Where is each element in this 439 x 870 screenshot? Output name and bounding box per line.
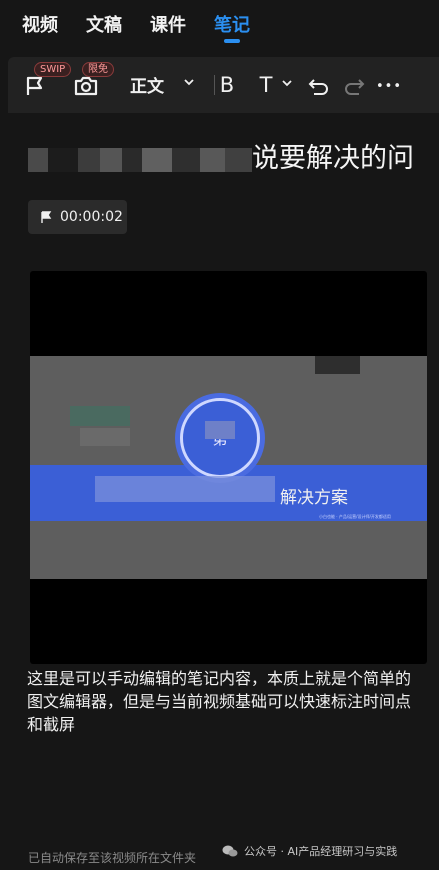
watermark: 公众号 · AI产品经理研习与实践 (222, 843, 397, 859)
free-badge: 限免 (82, 62, 114, 77)
mosaic-redaction (205, 421, 235, 439)
timestamp-flag-button[interactable] (22, 74, 48, 98)
mosaic-redaction (200, 147, 225, 172)
text-format-button[interactable]: T (256, 72, 276, 98)
mosaic-redaction (315, 356, 360, 374)
mosaic-redaction (78, 147, 100, 172)
mosaic-redaction (95, 476, 275, 502)
slide-band-text: 解决方案 (280, 488, 348, 508)
autosave-status: 已自动保存至该视频所在文件夹 (28, 851, 197, 865)
small-flag-icon (41, 210, 52, 223)
toolbar-divider (214, 75, 215, 95)
slide-band-small-text: 小白也能 · 产品/运营/设计师/开发都适用 (319, 514, 391, 519)
redo-button[interactable] (342, 74, 366, 98)
timestamp-text: 00:00:02 (60, 209, 123, 225)
timestamp-marker[interactable]: 00:00:02 (28, 200, 127, 234)
more-options-button[interactable]: ••• (374, 74, 404, 98)
mosaic-redaction (48, 147, 78, 172)
mosaic-redaction (225, 147, 252, 172)
note-title[interactable]: 说要解决的问 (28, 136, 420, 176)
font-style-select[interactable]: 正文 (130, 72, 164, 97)
text-format-chevron-icon[interactable] (281, 77, 293, 91)
tab-notes-label: 笔记 (214, 15, 250, 36)
flag-icon (26, 76, 43, 95)
redo-icon (345, 79, 365, 95)
mosaic-redaction (122, 147, 142, 172)
bold-button[interactable]: B (216, 72, 238, 98)
chevron-down-icon[interactable] (183, 76, 195, 90)
camera-icon (74, 76, 98, 96)
tab-notes[interactable]: 笔记 (214, 11, 250, 43)
undo-icon (308, 79, 328, 95)
mosaic-redaction (80, 428, 130, 446)
mosaic-redaction (70, 406, 130, 426)
flag-badge: SWIP (34, 62, 72, 77)
mosaic-redaction (172, 147, 200, 172)
mosaic-redaction (100, 147, 122, 172)
active-tab-indicator (224, 39, 240, 43)
video-screenshot[interactable]: 第 解决方案 小白也能 · 产品/运营/设计师/开发都适用 (30, 271, 427, 664)
top-tabs: 视频 文稿 课件 笔记 (0, 0, 439, 50)
tab-video[interactable]: 视频 (22, 11, 58, 37)
watermark-text: 公众号 · AI产品经理研习与实践 (244, 845, 398, 858)
tab-courseware[interactable]: 课件 (150, 11, 186, 37)
undo-button[interactable] (307, 74, 331, 98)
mosaic-redaction (142, 147, 172, 172)
wechat-logo-icon (222, 845, 238, 857)
mosaic-redaction (28, 147, 48, 172)
note-title-text: 说要解决的问 (252, 143, 414, 174)
editor-toolbar: SWIP 限免 正文 B T ••• (8, 57, 439, 113)
slide-frame: 第 解决方案 小白也能 · 产品/运营/设计师/开发都适用 (30, 356, 427, 579)
screenshot-button[interactable] (72, 74, 100, 98)
note-body-text[interactable]: 这里是可以手动编辑的笔记内容，本质上就是个简单的图文编辑器，但是与当前视频基础可… (27, 667, 422, 736)
tab-transcript[interactable]: 文稿 (86, 11, 122, 37)
